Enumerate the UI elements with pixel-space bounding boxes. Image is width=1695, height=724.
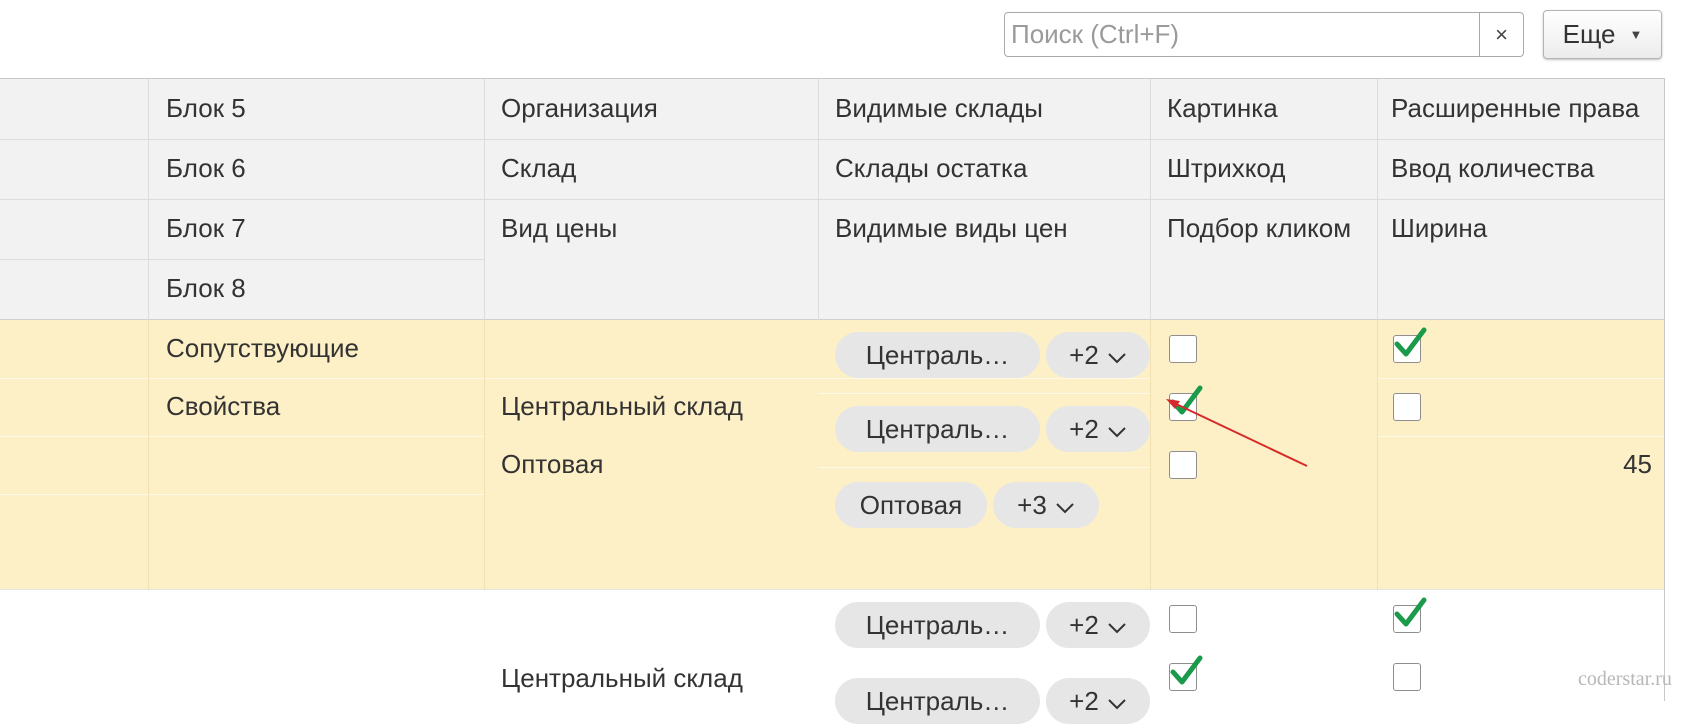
row-divider	[818, 393, 1150, 394]
search-clear-button[interactable]: ×	[1479, 13, 1523, 56]
header-cell[interactable]: Блок 8	[166, 273, 246, 303]
row-divider	[818, 467, 1150, 468]
header-cell[interactable]: Склад	[501, 153, 576, 183]
more-chip[interactable]: +2	[1046, 406, 1150, 452]
header-cell[interactable]: Склады остатка	[835, 153, 1027, 183]
row-divider	[1377, 436, 1664, 437]
more-button-label: Еще	[1562, 19, 1616, 49]
row-cell: Оптовая	[501, 449, 604, 479]
checkbox-barcode[interactable]	[1169, 655, 1203, 691]
row-divider	[0, 589, 1664, 590]
chip-count: +2	[1069, 685, 1099, 716]
column-divider	[818, 79, 819, 320]
row-divider	[1377, 378, 1664, 379]
row-cell: Центральный склад	[501, 663, 743, 693]
chip-count: +3	[1017, 489, 1047, 520]
checkmark-icon	[1170, 655, 1203, 685]
checkbox-picture[interactable]	[1169, 605, 1197, 633]
column-divider	[484, 320, 485, 589]
row-cell: Центральный склад	[501, 391, 743, 421]
header-cell[interactable]: Организация	[501, 93, 658, 123]
close-icon: ×	[1495, 21, 1508, 47]
more-chip[interactable]: +2	[1046, 678, 1150, 724]
checkbox-quantity-input[interactable]	[1393, 393, 1421, 421]
checkbox-extended-rights[interactable]	[1393, 327, 1427, 363]
header-cell[interactable]: Ввод количества	[1391, 153, 1594, 183]
watermark: coderstar.ru	[1578, 668, 1672, 690]
chip-count: +2	[1069, 413, 1099, 444]
column-divider	[1150, 320, 1151, 589]
more-button[interactable]: Еще ▼	[1543, 10, 1662, 59]
width-value: 45	[1623, 449, 1652, 479]
chevron-down-icon	[1107, 340, 1127, 371]
annotation-arrow-icon	[1166, 399, 1308, 467]
warehouse-chip[interactable]: Централь…	[835, 406, 1040, 452]
row-divider	[0, 494, 484, 495]
header-cell[interactable]: Блок 6	[166, 153, 246, 183]
warehouse-chip[interactable]: Централь…	[835, 602, 1040, 648]
row-cell: Сопутствующие	[166, 333, 359, 363]
chip-label: Централь…	[865, 339, 1010, 370]
chip-count: +2	[1069, 609, 1099, 640]
header-cell[interactable]: Ширина	[1391, 213, 1487, 243]
caret-down-icon: ▼	[1629, 27, 1643, 42]
chip-label: Централь…	[865, 609, 1010, 640]
header-cell[interactable]: Видимые виды цен	[835, 213, 1068, 243]
header-divider	[0, 199, 1664, 200]
chevron-down-icon	[1107, 686, 1127, 717]
header-cell[interactable]: Штрихкод	[1167, 153, 1285, 183]
chip-count: +2	[1069, 339, 1099, 370]
header-divider	[0, 259, 484, 260]
header-cell[interactable]: Блок 7	[166, 213, 246, 243]
search-input[interactable]	[1005, 13, 1481, 56]
chevron-down-icon	[1107, 610, 1127, 641]
row-cell: Свойства	[166, 391, 281, 421]
checkbox-picture[interactable]	[1169, 335, 1197, 363]
header-cell[interactable]: Видимые склады	[835, 93, 1043, 123]
checkmark-icon	[1394, 597, 1427, 627]
column-divider	[148, 320, 149, 589]
header-cell[interactable]: Картинка	[1167, 93, 1278, 123]
header-divider	[0, 139, 1664, 140]
header-cell[interactable]: Блок 5	[166, 93, 246, 123]
checkbox-extended-rights[interactable]	[1393, 597, 1427, 633]
warehouse-chip[interactable]: Централь…	[835, 332, 1040, 378]
row-divider	[0, 436, 484, 437]
checkmark-icon	[1394, 327, 1427, 357]
row-divider	[0, 378, 1150, 379]
column-divider	[1377, 320, 1378, 589]
chevron-down-icon	[1107, 414, 1127, 445]
header-cell[interactable]: Расширенные права	[1391, 93, 1639, 123]
chevron-down-icon	[1055, 490, 1075, 521]
warehouse-chip[interactable]: Централь…	[835, 678, 1040, 724]
more-chip[interactable]: +2	[1046, 332, 1150, 378]
checkbox-quantity-input[interactable]	[1393, 663, 1421, 691]
search-field[interactable]: ×	[1004, 12, 1524, 57]
price-type-chip[interactable]: Оптовая	[835, 482, 987, 528]
header-cell[interactable]: Вид цены	[501, 213, 617, 243]
chip-label: Оптовая	[859, 489, 963, 520]
chip-label: Централь…	[865, 413, 1010, 444]
header-bottom-divider	[0, 319, 1664, 320]
more-chip[interactable]: +3	[993, 482, 1099, 528]
header-cell[interactable]: Подбор кликом	[1167, 213, 1351, 243]
more-chip[interactable]: +2	[1046, 602, 1150, 648]
chip-label: Централь…	[865, 685, 1010, 716]
